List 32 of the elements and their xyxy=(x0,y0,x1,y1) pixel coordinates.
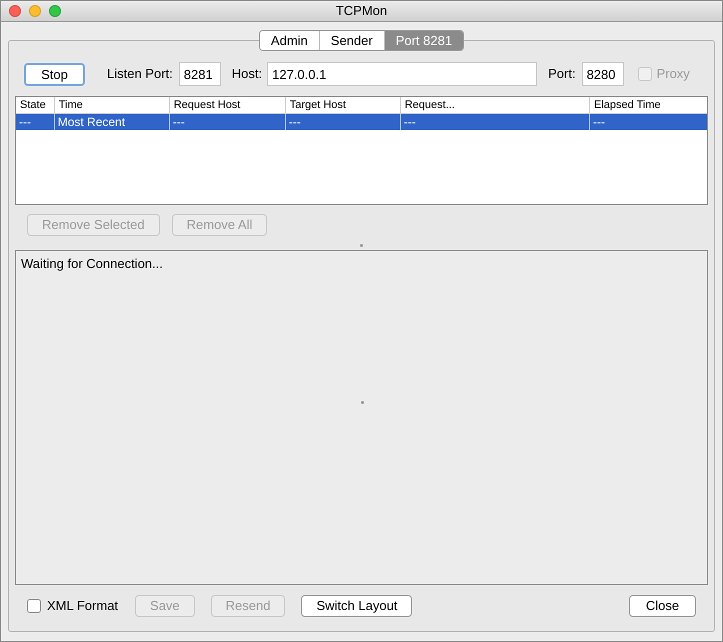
column-header[interactable]: Time xyxy=(54,97,169,113)
minimize-window-icon[interactable] xyxy=(29,5,41,17)
window-title: TCPMon xyxy=(336,2,388,20)
close-window-icon[interactable] xyxy=(9,5,21,17)
listen-port-field[interactable]: 8281 xyxy=(178,62,221,86)
host-label: Host: xyxy=(232,65,262,84)
splitter-handle-icon[interactable] xyxy=(360,244,363,247)
column-header[interactable]: Request... xyxy=(400,97,590,113)
table-cell-text: --- xyxy=(18,114,32,130)
column-header[interactable]: Request Host xyxy=(168,97,285,113)
column-header[interactable]: Elapsed Time xyxy=(589,97,707,113)
table-cell: --- xyxy=(168,114,285,130)
splitter-handle-icon[interactable] xyxy=(361,401,364,404)
stop-button[interactable]: Stop xyxy=(24,62,85,86)
listen-port-label: Listen Port: xyxy=(107,65,173,84)
table-cell: --- xyxy=(284,114,400,130)
xml-format-checkbox[interactable] xyxy=(27,599,41,613)
status-text: Waiting for Connection... xyxy=(21,256,163,271)
close-button[interactable]: Close xyxy=(629,595,696,617)
zoom-window-icon[interactable] xyxy=(49,5,61,17)
table-cell: Most Recent xyxy=(54,114,169,130)
host-field[interactable]: 127.0.0.1 xyxy=(267,62,538,86)
proxy-label: Proxy xyxy=(656,65,690,84)
table-row[interactable]: --- Most Recent --- --- --- --- xyxy=(16,114,707,130)
xml-format-label: XML Format xyxy=(47,597,118,616)
port-label: Port: xyxy=(548,65,576,84)
column-header[interactable]: Target Host xyxy=(284,97,400,113)
port-field[interactable]: 8280 xyxy=(582,62,624,86)
table-cell: --- xyxy=(400,114,590,130)
column-header[interactable]: State xyxy=(16,97,54,113)
table-cell: --- xyxy=(589,114,707,130)
action-button[interactable]: Switch Layout xyxy=(301,595,412,617)
